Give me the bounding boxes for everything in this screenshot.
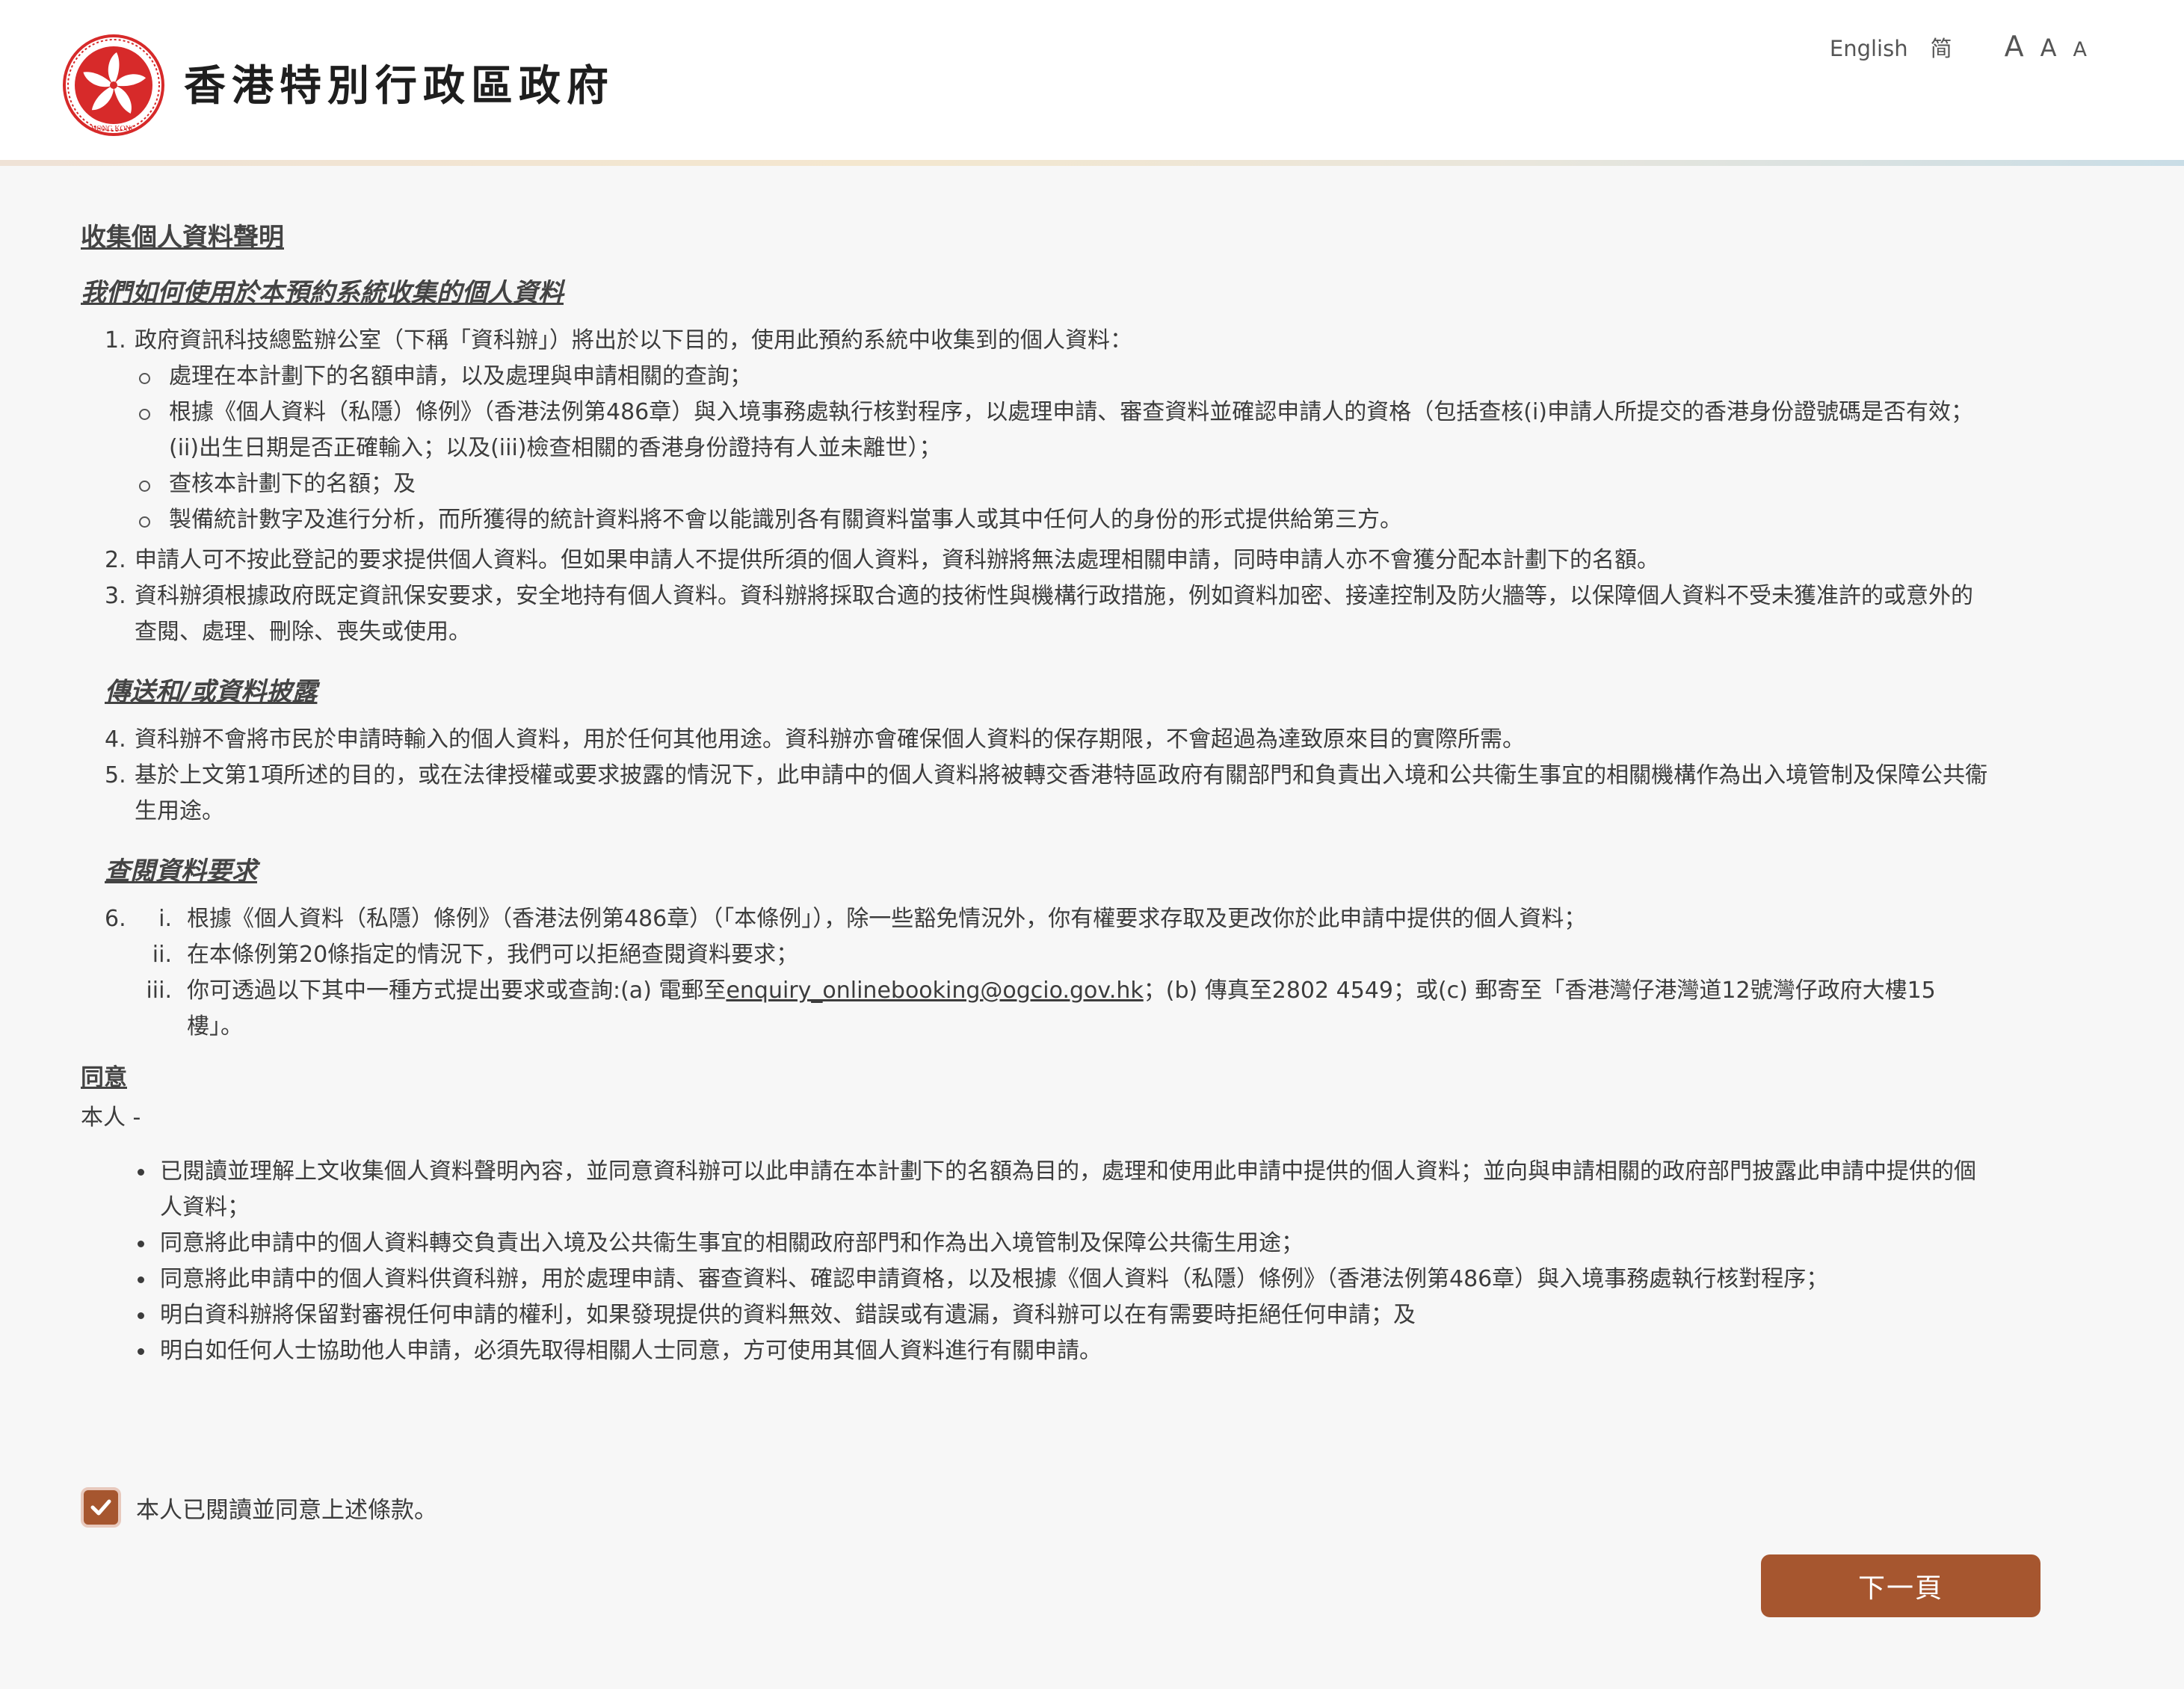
statement-item-4: 4. 資科辦不會將市民於申請時輸入的個人資料，用於任何其他用途。資科辦亦會確保個… [81, 722, 2024, 758]
lang-english-link[interactable]: English [1830, 36, 1908, 61]
item-number: 3. [105, 583, 126, 609]
item-text: 政府資訊科技總監辦公室（下稱「資科辦」）將出於以下目的，使用此預約系統中收集到的… [135, 327, 1132, 353]
consent-self-label: 本人 - [81, 1105, 141, 1131]
roman-number: i. [158, 906, 172, 932]
font-size-medium-button[interactable]: A [2040, 34, 2057, 62]
enquiry-email-link[interactable]: enquiry_onlinebooking@ogcio.gov.hk [726, 978, 1143, 1004]
section-use-title: 我們如何使用於本預約系統收集的個人資料 [81, 278, 564, 308]
agree-label[interactable]: 本人已閱讀並同意上述條款。 [136, 1491, 437, 1525]
item-text: 申請人可不按此登記的要求提供個人資料。但如果申請人不提供所須的個人資料，資科辦將… [135, 547, 1659, 573]
sublist-item: 製備統計數字及進行分析，而所獲得的統計資料將不會以能識別各有關資料當事人或其中任… [136, 502, 2024, 538]
sublist-item: 根據《個人資料（私隱）條例》（香港法例第486章）與入境事務處執行核對程序，以處… [136, 395, 2024, 466]
item-number: 1. [105, 327, 126, 353]
item-text: 資科辦須根據政府既定資訊保安要求，安全地持有個人資料。資科辦將採取合適的技術性與… [135, 583, 1973, 645]
statement-item-6-ii: ii. 在本條例第20條指定的情況下，我們可以拒絕查閱資料要求； [81, 937, 2024, 973]
statement-title: 收集個人資料聲明 [81, 223, 284, 253]
item-number: 4. [105, 726, 126, 753]
next-page-button[interactable]: 下一頁 [1761, 1554, 2040, 1617]
privacy-statement: 收集個人資料聲明 我們如何使用於本預約系統收集的個人資料 1. 政府資訊科技總監… [81, 217, 2024, 1369]
statement-item-6-i: 6. i. 根據《個人資料（私隱）條例》（香港法例第486章）（「本條例」），除… [81, 901, 2024, 937]
roman-number: iii. [146, 978, 172, 1004]
government-title: 香港特別行政區政府 [184, 62, 614, 111]
font-size-small-button[interactable]: A [2073, 38, 2087, 61]
statement-item-6-iii: iii. 你可透過以下其中一種方式提出要求或查詢:(a) 電郵至enquiry_… [81, 973, 2024, 1045]
consent-item: 已閱讀並理解上文收集個人資料聲明內容，並同意資科辦可以此申請在本計劃下的名額為目… [135, 1154, 2024, 1226]
item-text: 在本條例第20條指定的情況下，我們可以拒絕查閱資料要求； [187, 942, 799, 968]
page-header: HONG KONG 香港特別行政區政府 English 简 A A A [0, 0, 2184, 163]
item-text: 根據《個人資料（私隱）條例》（香港法例第486章）（「本條例」），除一些豁免情況… [187, 906, 1587, 932]
svg-text:HONG KONG: HONG KONG [91, 125, 136, 133]
item-number: 2. [105, 547, 126, 573]
item-1-sublist: 處理在本計劃下的名額申請，以及處理與申請相關的查詢； 根據《個人資料（私隱）條例… [136, 359, 2024, 538]
item-text: 基於上文第1項所述的目的，或在法律授權或要求披露的情況下，此申請中的個人資料將被… [135, 762, 1988, 824]
statement-item-3: 3. 資科辦須根據政府既定資訊保安要求，安全地持有個人資料。資科辦將採取合適的技… [81, 578, 2024, 650]
statement-item-5: 5. 基於上文第1項所述的目的，或在法律授權或要求披露的情況下，此申請中的個人資… [81, 758, 2024, 830]
consent-item: 同意將此申請中的個人資料供資科辦，用於處理申請、審查資料、確認申請資格，以及根據… [135, 1262, 2024, 1297]
roman-number: ii. [152, 942, 172, 968]
hksar-emblem-icon: HONG KONG [63, 34, 164, 136]
lang-simplified-link[interactable]: 简 [1931, 31, 1952, 63]
font-size-large-button[interactable]: A [2005, 30, 2024, 63]
checkmark-icon [90, 1499, 111, 1516]
consent-list: 已閱讀並理解上文收集個人資料聲明內容，並同意資科辦可以此申請在本計劃下的名額為目… [135, 1154, 2024, 1369]
sublist-item: 查核本計劃下的名額；及 [136, 466, 2024, 502]
section-transfer-title: 傳送和/或資料披露 [105, 677, 318, 707]
item-number: 5. [105, 762, 126, 788]
consent-title: 同意 [81, 1064, 127, 1091]
item-text: 資科辦不會將市民於申請時輸入的個人資料，用於任何其他用途。資科辦亦會確保個人資料… [135, 726, 1525, 753]
item-text-before: 你可透過以下其中一種方式提出要求或查詢:(a) 電郵至 [187, 978, 727, 1004]
consent-item: 明白資科辦將保留對審視任何申請的權利，如果發現提供的資料無效、錯誤或有遺漏，資科… [135, 1297, 2024, 1333]
language-and-font-bar: English 简 A A A [1830, 30, 2087, 63]
agree-row: 本人已閱讀並同意上述條款。 [81, 1487, 437, 1528]
consent-item: 同意將此申請中的個人資料轉交負責出入境及公共衞生事宜的相關政府部門和作為出入境管… [135, 1226, 2024, 1262]
header-divider [0, 160, 2184, 166]
section-access-title: 查閱資料要求 [105, 856, 257, 886]
consent-item: 明白如任何人士協助他人申請，必須先取得相關人士同意，方可使用其個人資料進行有關申… [135, 1333, 2024, 1369]
sublist-item: 處理在本計劃下的名額申請，以及處理與申請相關的查詢； [136, 359, 2024, 395]
statement-item-1: 1. 政府資訊科技總監辦公室（下稱「資科辦」）將出於以下目的，使用此預約系統中收… [81, 323, 2024, 359]
statement-item-2: 2. 申請人可不按此登記的要求提供個人資料。但如果申請人不提供所須的個人資料，資… [81, 543, 2024, 578]
agree-checkbox[interactable] [81, 1487, 121, 1528]
